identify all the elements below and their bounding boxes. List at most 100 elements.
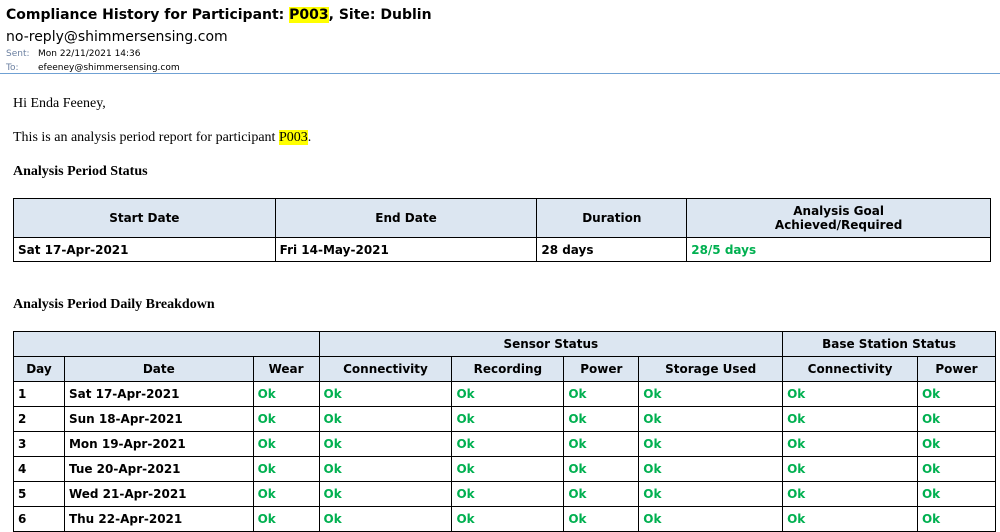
header-sensor-power: Power bbox=[563, 356, 640, 382]
header-base-connectivity: Connectivity bbox=[782, 356, 918, 382]
base-connectivity-cell: Ok bbox=[782, 456, 918, 482]
base-power-cell: Ok bbox=[916, 456, 997, 482]
status-table: Start Date End Date Duration Analysis Go… bbox=[13, 198, 991, 262]
base-power-cell: Ok bbox=[916, 431, 997, 457]
base-power-cell: Ok bbox=[916, 506, 997, 532]
sender-address[interactable]: no-reply@shimmersensing.com bbox=[6, 27, 1000, 47]
table-row: 2 Sun 18-Apr-2021 Ok Ok Ok Ok Ok Ok Ok bbox=[13, 406, 997, 432]
sensor-connectivity-cell: Ok bbox=[318, 481, 453, 507]
recording-cell: Ok bbox=[451, 406, 565, 432]
day-cell: 6 bbox=[13, 506, 65, 532]
base-connectivity-cell: Ok bbox=[782, 506, 918, 532]
sensor-connectivity-cell: Ok bbox=[318, 506, 453, 532]
sent-label: Sent: bbox=[6, 49, 30, 59]
header-recording: Recording bbox=[451, 356, 565, 382]
base-connectivity-cell: Ok bbox=[782, 406, 918, 432]
table-row: 3 Mon 19-Apr-2021 Ok Ok Ok Ok Ok Ok Ok bbox=[13, 431, 997, 457]
wear-cell: Ok bbox=[252, 506, 320, 532]
header-start-date: Start Date bbox=[13, 198, 276, 238]
to-label: To: bbox=[6, 63, 19, 73]
header-date: Date bbox=[63, 356, 254, 382]
sensor-power-cell: Ok bbox=[563, 431, 640, 457]
status-data-row: Sat 17-Apr-2021 Fri 14-May-2021 28 days … bbox=[13, 237, 991, 262]
header-wear: Wear bbox=[252, 356, 320, 382]
sensor-connectivity-cell: Ok bbox=[318, 381, 453, 407]
group-header-row: Sensor Status Base Station Status bbox=[13, 331, 996, 357]
column-header-row: Day Date Wear Connectivity Recording Pow… bbox=[13, 356, 997, 382]
recording-cell: Ok bbox=[451, 456, 565, 482]
recording-cell: Ok bbox=[451, 381, 565, 407]
intro-prefix: This is an analysis period report for pa… bbox=[13, 130, 279, 145]
storage-used-cell: Ok bbox=[638, 381, 784, 407]
breakdown-table: Sensor Status Base Station Status Day Da… bbox=[13, 331, 997, 532]
sensor-connectivity-cell: Ok bbox=[318, 406, 453, 432]
day-cell: 4 bbox=[13, 456, 65, 482]
to-line: To: efeeney@shimmersensing.com bbox=[6, 61, 1000, 75]
status-heading: Analysis Period Status bbox=[13, 164, 148, 179]
header-analysis-goal: Analysis Goal Achieved/Required bbox=[686, 198, 991, 238]
end-date-value: Fri 14-May-2021 bbox=[274, 237, 538, 262]
table-row: 4 Tue 20-Apr-2021 Ok Ok Ok Ok Ok Ok Ok bbox=[13, 456, 997, 482]
header-sensor-connectivity: Connectivity bbox=[318, 356, 453, 382]
wear-cell: Ok bbox=[252, 381, 320, 407]
sent-value: Mon 22/11/2021 14:36 bbox=[38, 49, 141, 59]
header-storage-used: Storage Used bbox=[638, 356, 784, 382]
intro-suffix: . bbox=[307, 130, 312, 145]
header-end-date: End Date bbox=[274, 198, 538, 238]
table-row: 1 Sat 17-Apr-2021 Ok Ok Ok Ok Ok Ok Ok bbox=[13, 381, 997, 407]
subject-prefix: Compliance History for Participant: bbox=[6, 7, 290, 23]
storage-used-cell: Ok bbox=[638, 406, 784, 432]
breakdown-heading: Analysis Period Daily Breakdown bbox=[13, 297, 215, 312]
date-cell: Sat 17-Apr-2021 bbox=[63, 381, 254, 407]
subject-participant-highlight: P003 bbox=[289, 7, 329, 23]
recording-cell: Ok bbox=[451, 481, 565, 507]
wear-cell: Ok bbox=[252, 406, 320, 432]
header-base-power: Power bbox=[916, 356, 997, 382]
base-power-cell: Ok bbox=[916, 381, 997, 407]
intro-text: This is an analysis period report for pa… bbox=[13, 130, 311, 146]
goal-value: 28/5 days bbox=[686, 237, 991, 262]
day-cell: 1 bbox=[13, 381, 65, 407]
group-header-blank bbox=[13, 331, 320, 357]
storage-used-cell: Ok bbox=[638, 481, 784, 507]
sensor-power-cell: Ok bbox=[563, 506, 640, 532]
recording-cell: Ok bbox=[451, 431, 565, 457]
start-date-value: Sat 17-Apr-2021 bbox=[13, 237, 276, 262]
subject-suffix: , Site: Dublin bbox=[328, 7, 432, 23]
intro-participant-highlight: P003 bbox=[278, 130, 308, 145]
storage-used-cell: Ok bbox=[638, 506, 784, 532]
date-cell: Thu 22-Apr-2021 bbox=[63, 506, 254, 532]
day-cell: 2 bbox=[13, 406, 65, 432]
wear-cell: Ok bbox=[252, 481, 320, 507]
sensor-connectivity-cell: Ok bbox=[318, 456, 453, 482]
wear-cell: Ok bbox=[252, 431, 320, 457]
base-power-cell: Ok bbox=[916, 406, 997, 432]
header-duration: Duration bbox=[536, 198, 688, 238]
status-header-row: Start Date End Date Duration Analysis Go… bbox=[13, 198, 991, 238]
base-connectivity-cell: Ok bbox=[782, 381, 918, 407]
duration-value: 28 days bbox=[536, 237, 688, 262]
email-subject: Compliance History for Participant: P003… bbox=[6, 5, 1000, 25]
day-cell: 3 bbox=[13, 431, 65, 457]
to-value[interactable]: efeeney@shimmersensing.com bbox=[38, 63, 180, 73]
date-cell: Mon 19-Apr-2021 bbox=[63, 431, 254, 457]
sensor-power-cell: Ok bbox=[563, 381, 640, 407]
greeting: Hi Enda Feeney, bbox=[13, 96, 106, 111]
sensor-power-cell: Ok bbox=[563, 481, 640, 507]
day-cell: 5 bbox=[13, 481, 65, 507]
date-cell: Tue 20-Apr-2021 bbox=[63, 456, 254, 482]
header-goal-line1: Analysis Goal bbox=[793, 204, 884, 218]
wear-cell: Ok bbox=[252, 456, 320, 482]
sensor-power-cell: Ok bbox=[563, 456, 640, 482]
date-cell: Sun 18-Apr-2021 bbox=[63, 406, 254, 432]
storage-used-cell: Ok bbox=[638, 431, 784, 457]
date-cell: Wed 21-Apr-2021 bbox=[63, 481, 254, 507]
header-day: Day bbox=[13, 356, 65, 382]
group-header-sensor-status: Sensor Status bbox=[318, 331, 784, 357]
table-row: 5 Wed 21-Apr-2021 Ok Ok Ok Ok Ok Ok Ok bbox=[13, 481, 997, 507]
sensor-power-cell: Ok bbox=[563, 406, 640, 432]
group-header-base-station-status: Base Station Status bbox=[782, 331, 996, 357]
table-row: 6 Thu 22-Apr-2021 Ok Ok Ok Ok Ok Ok Ok bbox=[13, 506, 997, 532]
storage-used-cell: Ok bbox=[638, 456, 784, 482]
base-connectivity-cell: Ok bbox=[782, 481, 918, 507]
